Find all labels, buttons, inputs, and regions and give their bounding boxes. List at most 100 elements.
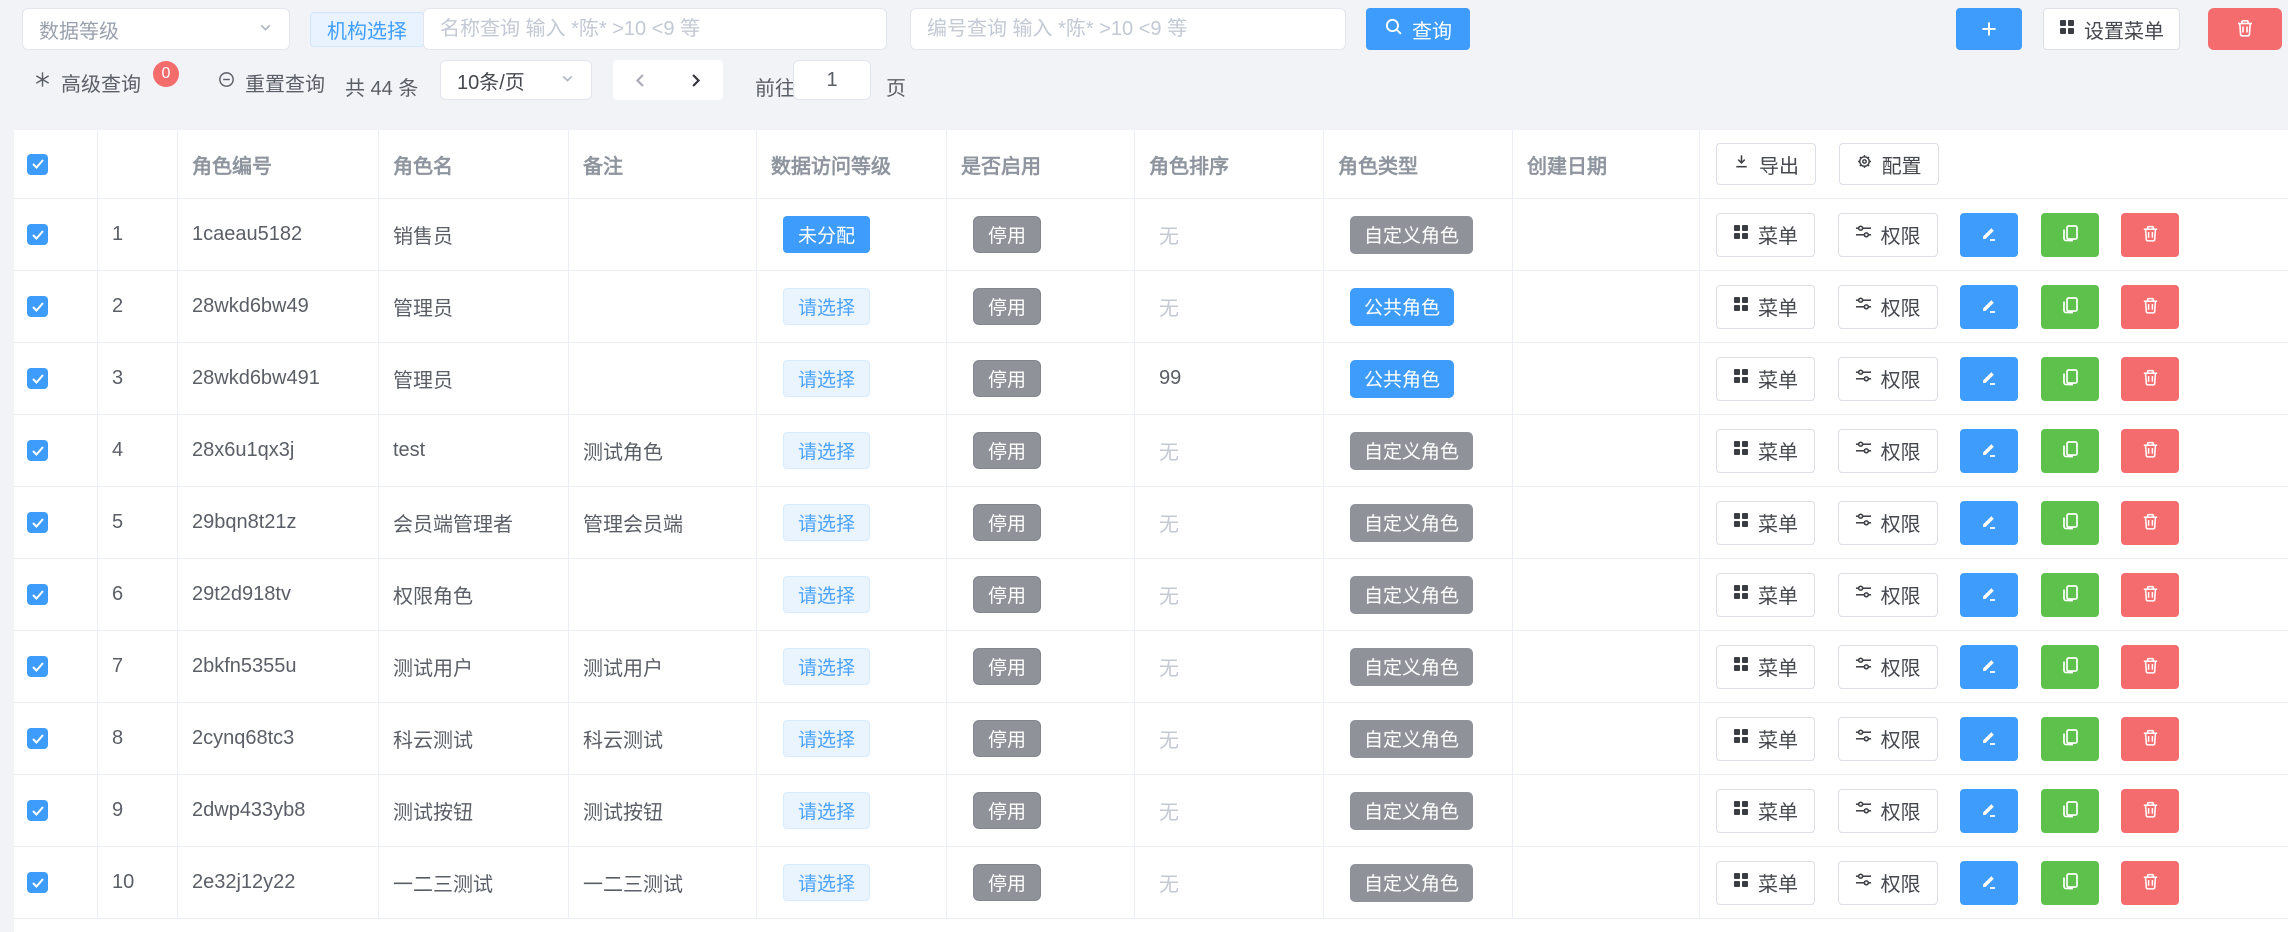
row-edit-button[interactable] bbox=[1960, 213, 2018, 257]
row-menu-button[interactable]: 菜单 bbox=[1716, 285, 1815, 329]
access-level-button[interactable]: 请选择 bbox=[783, 360, 870, 397]
add-button[interactable]: + bbox=[1956, 8, 2022, 50]
row-checkbox[interactable] bbox=[27, 656, 48, 677]
row-delete-button[interactable] bbox=[2121, 789, 2179, 833]
row-delete-button[interactable] bbox=[2121, 285, 2179, 329]
row-copy-button[interactable] bbox=[2041, 645, 2099, 689]
data-level-select[interactable]: 数据等级 bbox=[22, 8, 290, 50]
row-edit-button[interactable] bbox=[1960, 285, 2018, 329]
row-checkbox[interactable] bbox=[27, 368, 48, 389]
row-copy-button[interactable] bbox=[2041, 213, 2099, 257]
org-select-button[interactable]: 机构选择 bbox=[310, 12, 424, 47]
enabled-status-button[interactable]: 停用 bbox=[973, 648, 1041, 685]
access-level-button[interactable]: 请选择 bbox=[783, 432, 870, 469]
row-permission-button[interactable]: 权限 bbox=[1838, 573, 1938, 617]
select-all-checkbox[interactable] bbox=[27, 154, 48, 175]
row-copy-button[interactable] bbox=[2041, 501, 2099, 545]
row-permission-button[interactable]: 权限 bbox=[1838, 357, 1938, 401]
enabled-status-button[interactable]: 停用 bbox=[973, 360, 1041, 397]
row-menu-button[interactable]: 菜单 bbox=[1716, 645, 1815, 689]
row-edit-button[interactable] bbox=[1960, 645, 2018, 689]
reset-query-button[interactable]: 重置查询 bbox=[217, 68, 325, 97]
row-delete-button[interactable] bbox=[2121, 213, 2179, 257]
row-copy-button[interactable] bbox=[2041, 573, 2099, 617]
access-level-button[interactable]: 请选择 bbox=[783, 864, 870, 901]
row-delete-button[interactable] bbox=[2121, 645, 2179, 689]
row-copy-button[interactable] bbox=[2041, 285, 2099, 329]
row-checkbox[interactable] bbox=[27, 872, 48, 893]
enabled-status-button[interactable]: 停用 bbox=[973, 864, 1041, 901]
row-delete-button[interactable] bbox=[2121, 501, 2179, 545]
row-permission-button[interactable]: 权限 bbox=[1838, 285, 1938, 329]
row-menu-button[interactable]: 菜单 bbox=[1716, 357, 1815, 401]
row-checkbox[interactable] bbox=[27, 728, 48, 749]
row-checkbox[interactable] bbox=[27, 800, 48, 821]
row-edit-button[interactable] bbox=[1960, 501, 2018, 545]
role-type-tag: 自定义角色 bbox=[1350, 792, 1473, 830]
access-level-button[interactable]: 请选择 bbox=[783, 792, 870, 829]
row-copy-button[interactable] bbox=[2041, 429, 2099, 473]
access-level-button[interactable]: 请选择 bbox=[783, 648, 870, 685]
advanced-query-button[interactable]: 高级查询 0 bbox=[33, 68, 179, 97]
row-edit-button[interactable] bbox=[1960, 429, 2018, 473]
enabled-status-button[interactable]: 停用 bbox=[973, 216, 1041, 253]
enabled-status-button[interactable]: 停用 bbox=[973, 576, 1041, 613]
access-level-button[interactable]: 请选择 bbox=[783, 576, 870, 613]
row-copy-button[interactable] bbox=[2041, 861, 2099, 905]
row-delete-button[interactable] bbox=[2121, 861, 2179, 905]
row-menu-button[interactable]: 菜单 bbox=[1716, 573, 1815, 617]
row-copy-button[interactable] bbox=[2041, 717, 2099, 761]
access-level-button[interactable]: 请选择 bbox=[783, 720, 870, 757]
role-type-tag: 自定义角色 bbox=[1350, 576, 1473, 614]
row-edit-button[interactable] bbox=[1960, 789, 2018, 833]
prev-page-button[interactable] bbox=[626, 60, 656, 100]
access-level-button[interactable]: 请选择 bbox=[783, 288, 870, 325]
row-permission-button[interactable]: 权限 bbox=[1838, 213, 1938, 257]
config-button[interactable]: 配置 bbox=[1839, 143, 1939, 185]
access-level-button[interactable]: 请选择 bbox=[783, 504, 870, 541]
enabled-status-button[interactable]: 停用 bbox=[973, 432, 1041, 469]
row-menu-button[interactable]: 菜单 bbox=[1716, 789, 1815, 833]
row-permission-button[interactable]: 权限 bbox=[1838, 789, 1938, 833]
row-checkbox[interactable] bbox=[27, 512, 48, 533]
row-delete-button[interactable] bbox=[2121, 573, 2179, 617]
search-button[interactable]: 查询 bbox=[1366, 8, 1470, 50]
enabled-status-button[interactable]: 停用 bbox=[973, 720, 1041, 757]
advanced-query-count-badge: 0 bbox=[153, 61, 179, 87]
goto-page-input[interactable] bbox=[793, 60, 871, 100]
row-checkbox[interactable] bbox=[27, 224, 48, 245]
enabled-status-button[interactable]: 停用 bbox=[973, 504, 1041, 541]
access-level-button[interactable]: 未分配 bbox=[783, 216, 870, 253]
row-edit-button[interactable] bbox=[1960, 357, 2018, 401]
row-menu-button[interactable]: 菜单 bbox=[1716, 501, 1815, 545]
row-permission-button[interactable]: 权限 bbox=[1838, 717, 1938, 761]
next-page-button[interactable] bbox=[681, 60, 711, 100]
enabled-status-button[interactable]: 停用 bbox=[973, 288, 1041, 325]
row-copy-button[interactable] bbox=[2041, 789, 2099, 833]
page-size-select[interactable]: 10条/页 bbox=[440, 60, 592, 100]
row-menu-button[interactable]: 菜单 bbox=[1716, 213, 1815, 257]
code-search-input[interactable] bbox=[910, 8, 1346, 50]
row-checkbox[interactable] bbox=[27, 584, 48, 605]
name-search-input[interactable] bbox=[423, 8, 887, 50]
row-edit-button[interactable] bbox=[1960, 717, 2018, 761]
row-edit-button[interactable] bbox=[1960, 573, 2018, 617]
row-permission-button[interactable]: 权限 bbox=[1838, 501, 1938, 545]
row-copy-button[interactable] bbox=[2041, 357, 2099, 401]
row-delete-button[interactable] bbox=[2121, 717, 2179, 761]
enabled-status-button[interactable]: 停用 bbox=[973, 792, 1041, 829]
setup-menu-button[interactable]: 设置菜单 bbox=[2043, 8, 2180, 50]
export-button[interactable]: 导出 bbox=[1716, 143, 1816, 185]
batch-delete-button[interactable] bbox=[2208, 8, 2282, 50]
row-permission-button[interactable]: 权限 bbox=[1838, 429, 1938, 473]
row-menu-button[interactable]: 菜单 bbox=[1716, 429, 1815, 473]
row-permission-button[interactable]: 权限 bbox=[1838, 645, 1938, 689]
row-delete-button[interactable] bbox=[2121, 429, 2179, 473]
row-checkbox[interactable] bbox=[27, 296, 48, 317]
row-edit-button[interactable] bbox=[1960, 861, 2018, 905]
row-permission-button[interactable]: 权限 bbox=[1838, 861, 1938, 905]
row-menu-button[interactable]: 菜单 bbox=[1716, 861, 1815, 905]
row-delete-button[interactable] bbox=[2121, 357, 2179, 401]
row-checkbox[interactable] bbox=[27, 440, 48, 461]
row-menu-button[interactable]: 菜单 bbox=[1716, 717, 1815, 761]
